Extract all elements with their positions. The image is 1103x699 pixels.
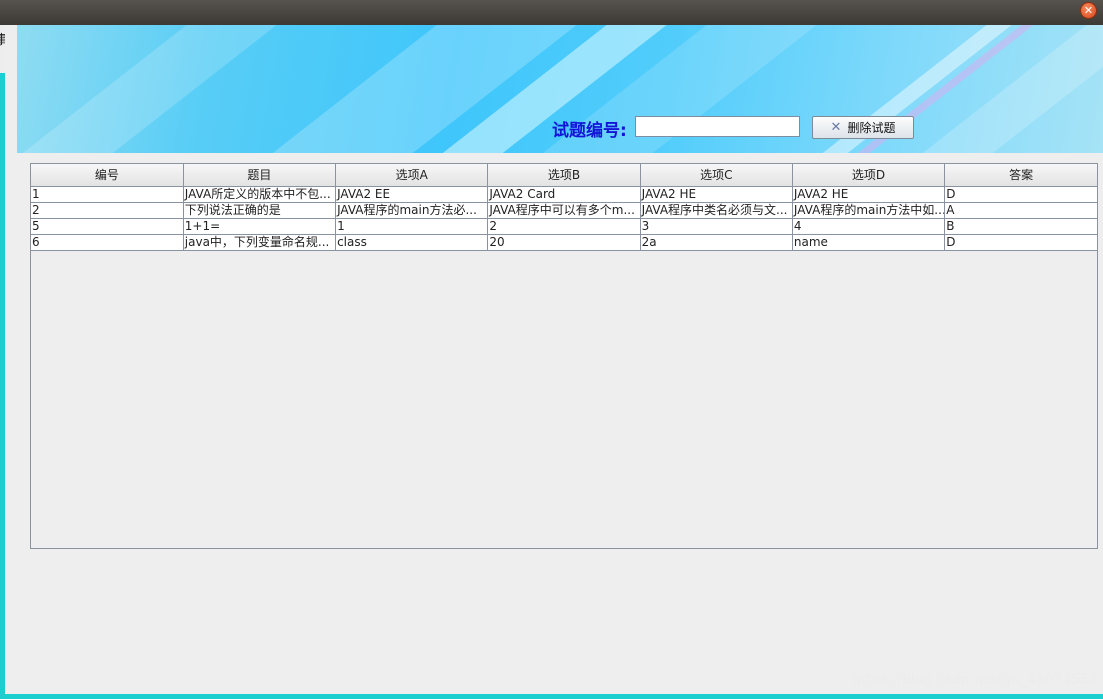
delete-question-button-label: 删除试题	[847, 121, 896, 135]
table-cell[interactable]: 4	[792, 218, 946, 235]
table-cell[interactable]: JAVA2 HE	[792, 186, 946, 203]
table-cell[interactable]: class	[335, 234, 489, 251]
table-cell[interactable]: JAVA程序的main方法必...	[335, 202, 489, 219]
column-header-option-d[interactable]: 选项D	[792, 164, 946, 187]
table-row[interactable]: 1 JAVA所定义的版本中不包... JAVA2 EE JAVA2 Card J…	[31, 186, 1097, 203]
table-row[interactable]: 5 1+1= 1 2 3 4 B	[31, 218, 1097, 235]
question-id-input[interactable]	[635, 116, 800, 137]
table-cell[interactable]: D	[944, 234, 1097, 251]
table-cell[interactable]: 1	[335, 218, 489, 235]
table-row[interactable]: 2 下列说法正确的是 JAVA程序的main方法必... JAVA程序中可以有多…	[31, 202, 1097, 219]
table-cell[interactable]: JAVA2 EE	[335, 186, 489, 203]
table-cell[interactable]: name	[792, 234, 946, 251]
questions-table[interactable]: 编号 题目 选项A 选项B 选项C 选项D 答案 1 JAVA所定义的版本中不包…	[30, 163, 1098, 549]
table-cell[interactable]: D	[944, 186, 1097, 203]
column-header-id[interactable]: 编号	[31, 164, 184, 187]
table-cell[interactable]: 1+1=	[183, 218, 337, 235]
column-header-option-a[interactable]: 选项A	[335, 164, 489, 187]
main-window: 试题编号: ✕ 删除试题 编号 题目 选项A 选项B 选项C 选项D 答案 1 …	[5, 25, 1103, 694]
table-cell[interactable]: JAVA2 Card	[487, 186, 641, 203]
table-cell[interactable]: java中，下列变量命名规...	[183, 234, 337, 251]
column-header-answer[interactable]: 答案	[944, 164, 1097, 187]
table-header-row: 编号 题目 选项A 选项B 选项C 选项D 答案	[31, 164, 1097, 187]
table-cell[interactable]: JAVA程序中类名必须与文...	[640, 202, 793, 219]
table-cell[interactable]: B	[944, 218, 1097, 235]
column-header-question[interactable]: 题目	[183, 164, 337, 187]
table-cell[interactable]: 下列说法正确的是	[183, 202, 337, 219]
delete-question-button[interactable]: ✕ 删除试题	[812, 116, 914, 139]
table-cell[interactable]: 1	[31, 186, 184, 203]
column-header-option-b[interactable]: 选项B	[487, 164, 641, 187]
table-cell[interactable]: 5	[31, 218, 184, 235]
header-banner: 试题编号: ✕ 删除试题	[17, 25, 1103, 153]
x-icon: ✕	[830, 120, 842, 135]
table-row[interactable]: 6 java中，下列变量命名规... class 20 2a name D	[31, 234, 1097, 251]
table-cell[interactable]: A	[944, 202, 1097, 219]
title-bar: ✕	[0, 0, 1103, 25]
table-cell[interactable]: 6	[31, 234, 184, 251]
table-cell[interactable]: 2	[487, 218, 641, 235]
table-cell[interactable]: JAVA程序的main方法中如...	[792, 202, 946, 219]
banner-stripe	[17, 25, 303, 153]
table-cell[interactable]: JAVA程序中可以有多个m...	[487, 202, 641, 219]
column-header-option-c[interactable]: 选项C	[640, 164, 793, 187]
table-cell[interactable]: 20	[487, 234, 641, 251]
question-id-label: 试题编号:	[552, 121, 627, 141]
table-cell[interactable]: 2	[31, 202, 184, 219]
table-cell[interactable]: 3	[640, 218, 793, 235]
close-icon[interactable]: ✕	[1080, 2, 1097, 19]
watermark: https://blog.csdn.net/qq_43073558	[852, 672, 1098, 688]
table-cell[interactable]: 2a	[640, 234, 793, 251]
table-cell[interactable]: JAVA所定义的版本中不包...	[183, 186, 337, 203]
table-cell[interactable]: JAVA2 HE	[640, 186, 793, 203]
